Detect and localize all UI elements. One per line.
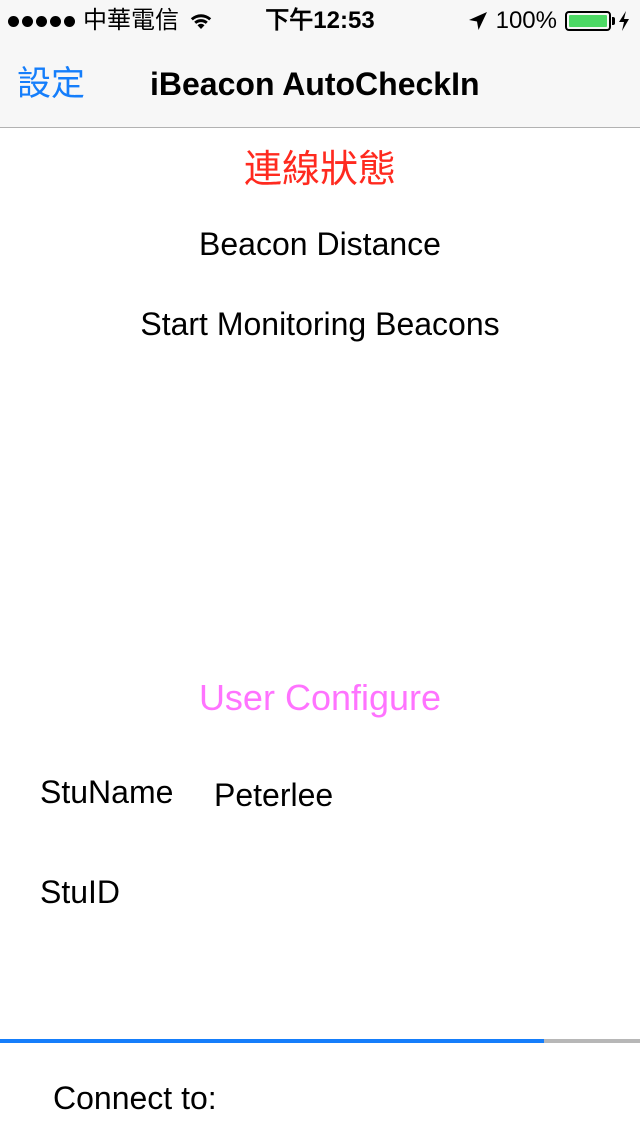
- status-bar: 中華電信 下午12:53 100%: [0, 0, 640, 40]
- connection-status-label: 連線狀態: [243, 149, 396, 191]
- user-configure-heading: User Configure: [198, 677, 442, 718]
- battery-icon: [565, 11, 611, 31]
- stuname-field[interactable]: [214, 773, 604, 817]
- progress-bar: [0, 1039, 640, 1043]
- navigation-bar: 設定 iBeacon AutoCheckIn: [0, 40, 640, 128]
- start-monitoring-button[interactable]: Start Monitoring Beacons: [0, 302, 640, 346]
- stuname-label: StuName: [40, 774, 174, 810]
- page-title: iBeacon AutoCheckIn: [150, 66, 480, 102]
- settings-button[interactable]: 設定: [17, 64, 85, 104]
- location-arrow-icon: [468, 12, 487, 30]
- stuid-label: StuID: [40, 874, 121, 910]
- battery-fill: [569, 15, 607, 27]
- stuid-field[interactable]: [214, 872, 604, 916]
- status-bar-right: 100%: [468, 8, 630, 34]
- beacon-distance-label: Beacon Distance: [199, 226, 441, 262]
- connect-to-label: Connect to:: [53, 1080, 217, 1116]
- battery-cap: [612, 17, 615, 25]
- charging-bolt-icon: [619, 11, 629, 31]
- battery-percent: 100%: [495, 7, 557, 34]
- progress-bar-fill: [0, 1039, 544, 1043]
